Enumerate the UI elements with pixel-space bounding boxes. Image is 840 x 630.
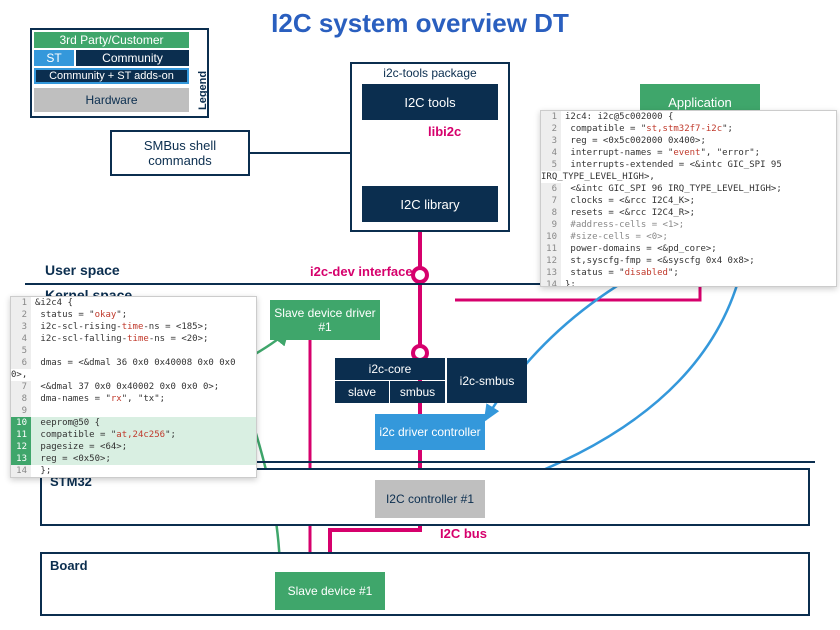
i2c-smbus: i2c-smbus: [447, 358, 527, 403]
smbus-l2: commands: [148, 153, 212, 168]
i2c-controller: I2C controller #1: [375, 480, 485, 518]
i2c-library: I2C library: [362, 186, 498, 222]
legend-community: Community: [76, 50, 189, 66]
i2c-core-slave: slave: [335, 381, 389, 403]
legend-label: Legend: [197, 40, 209, 110]
board-region: Board: [40, 552, 810, 616]
smbus-l1: SMBus shell: [144, 138, 216, 153]
i2c-driver-controller: i2c driver controller: [375, 414, 485, 450]
label-libi2c: libi2c: [428, 124, 461, 139]
dts-node-code: 1i2c4: i2c@5c002000 {2 compatible = "st,…: [540, 110, 837, 287]
i2c-core: i2c-core: [335, 358, 445, 380]
i2c-core-smbus: smbus: [390, 381, 445, 403]
i2c-tools: I2C tools: [362, 84, 498, 120]
legend-third-party: 3rd Party/Customer: [34, 32, 189, 48]
label-i2c-dev: i2c-dev interface: [310, 264, 413, 279]
legend-hardware: Hardware: [34, 88, 189, 112]
smbus-commands: SMBus shell commands: [110, 130, 250, 176]
legend-community-st: Community + ST adds-on: [34, 68, 189, 84]
label-i2c-bus: I2C bus: [440, 526, 487, 541]
slave-device: Slave device #1: [275, 572, 385, 610]
legend-panel: 3rd Party/Customer ST Community Communit…: [30, 28, 209, 118]
slave-device-driver: Slave device driver #1: [270, 300, 380, 340]
label-user-space: User space: [45, 262, 120, 278]
legend-st: ST: [34, 50, 74, 66]
dts-overlay-code: 1&i2c4 {2 status = "okay";3 i2c-scl-risi…: [10, 296, 257, 478]
